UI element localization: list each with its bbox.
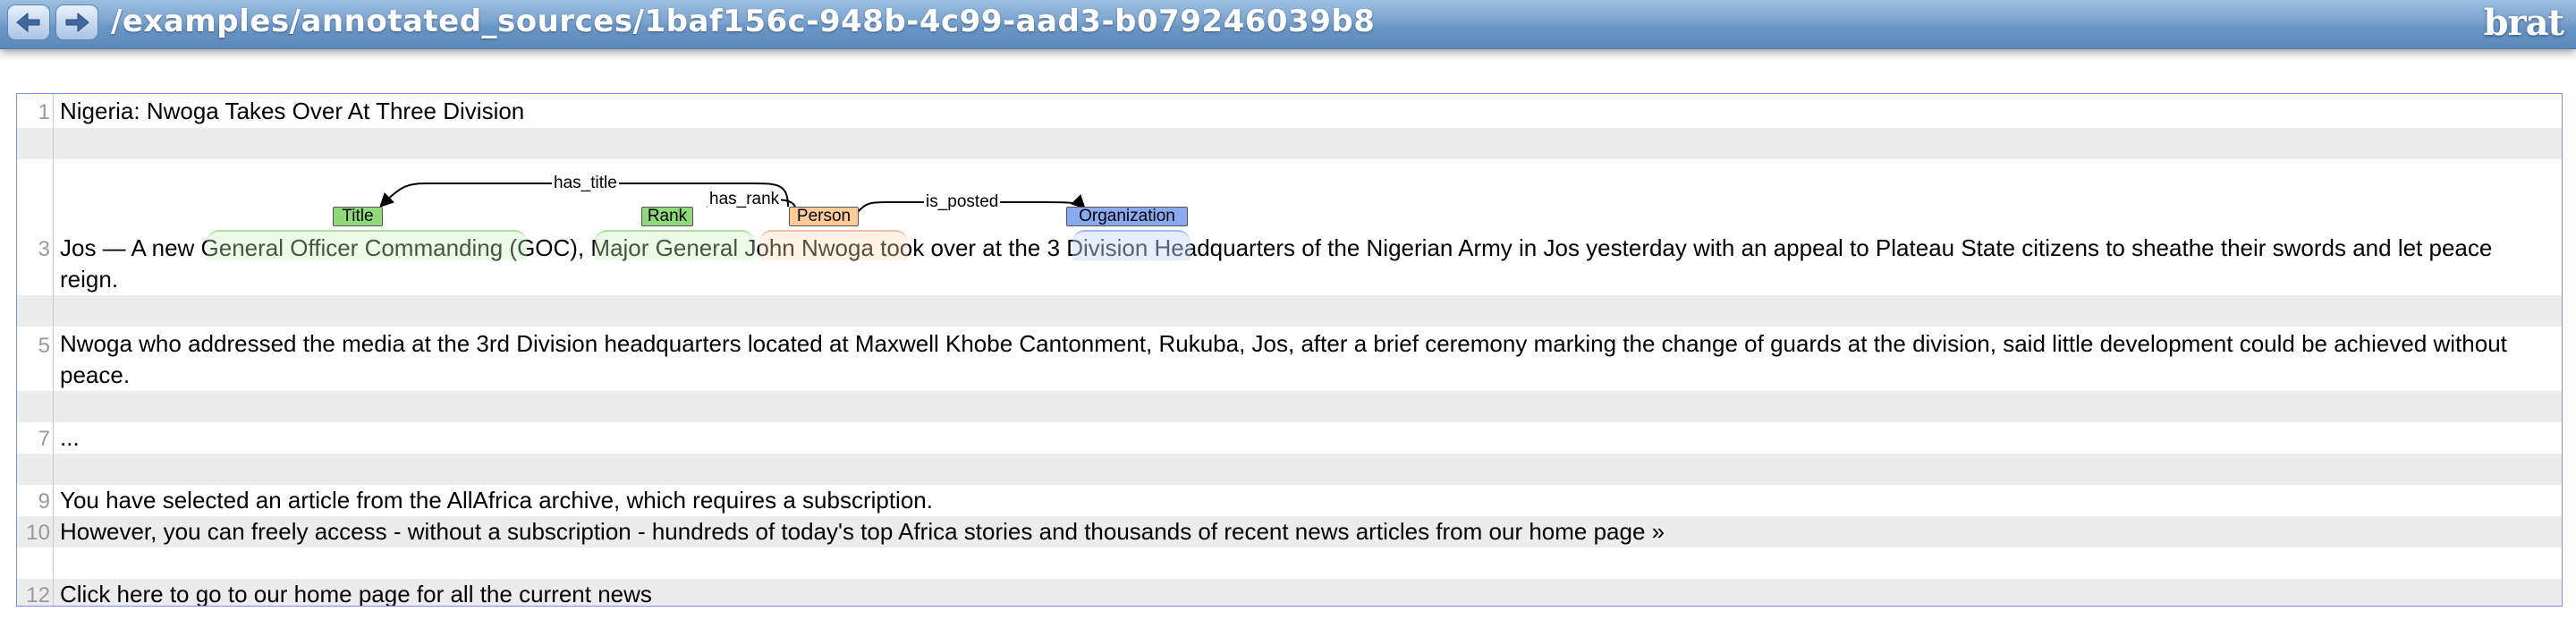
relation-label-has-rank[interactable]: has_rank	[708, 191, 782, 208]
relation-label-is-posted[interactable]: is_posted	[924, 193, 1001, 211]
entity-label-organization[interactable]: Organization	[1066, 207, 1188, 226]
line-text: Nigeria: Nwoga Takes Over At Three Divis…	[60, 98, 525, 124]
relation-label-has-title[interactable]: has_title	[552, 174, 619, 192]
text-line	[17, 295, 2562, 327]
line-text: ...	[60, 424, 80, 451]
entity-label-rank[interactable]: Rank	[641, 207, 693, 226]
text-line	[17, 128, 2562, 159]
text-line: 9 You have selected an article from the …	[17, 485, 2562, 516]
text-line	[17, 454, 2562, 485]
text-line: 1 Nigeria: Nwoga Takes Over At Three Div…	[17, 94, 2562, 128]
document-view: 1 Nigeria: Nwoga Takes Over At Three Div…	[16, 93, 2563, 607]
line-text: However, you can freely access - without…	[60, 518, 1665, 545]
entity-label-person[interactable]: Person	[789, 207, 859, 226]
organization-span-highlight[interactable]	[1072, 230, 1191, 260]
arrow-right-icon	[65, 12, 89, 33]
line-number-gutter	[17, 94, 54, 606]
text-line	[17, 391, 2562, 422]
text-line: 3 Jos — A new General Officer Commanding…	[17, 159, 2562, 295]
arrow-left-icon	[16, 12, 40, 33]
entity-label-title[interactable]: Title	[333, 207, 383, 226]
line-text: Nwoga who addressed the media at the 3rd…	[60, 330, 2507, 388]
line-text: Click here to go to our home page for al…	[60, 581, 652, 607]
line-text: You have selected an article from the Al…	[60, 487, 933, 514]
brat-logo: brat	[2483, 2, 2564, 44]
back-button[interactable]	[7, 4, 50, 40]
rank-span-highlight[interactable]	[595, 230, 754, 260]
text-line: 7 ...	[17, 422, 2562, 454]
title-span-highlight[interactable]	[207, 230, 527, 260]
header-bar: /examples/annotated_sources/1baf156c-948…	[0, 0, 2576, 49]
text-line: 12 Click here to go to our home page for…	[17, 579, 2562, 607]
document-path: /examples/annotated_sources/1baf156c-948…	[111, 4, 1376, 39]
text-line: 5 Nwoga who addressed the media at the 3…	[17, 327, 2562, 391]
person-span-highlight[interactable]	[759, 230, 908, 260]
forward-button[interactable]	[55, 4, 98, 40]
text-line	[17, 548, 2562, 579]
text-line: 10 However, you can freely access - with…	[17, 516, 2562, 548]
